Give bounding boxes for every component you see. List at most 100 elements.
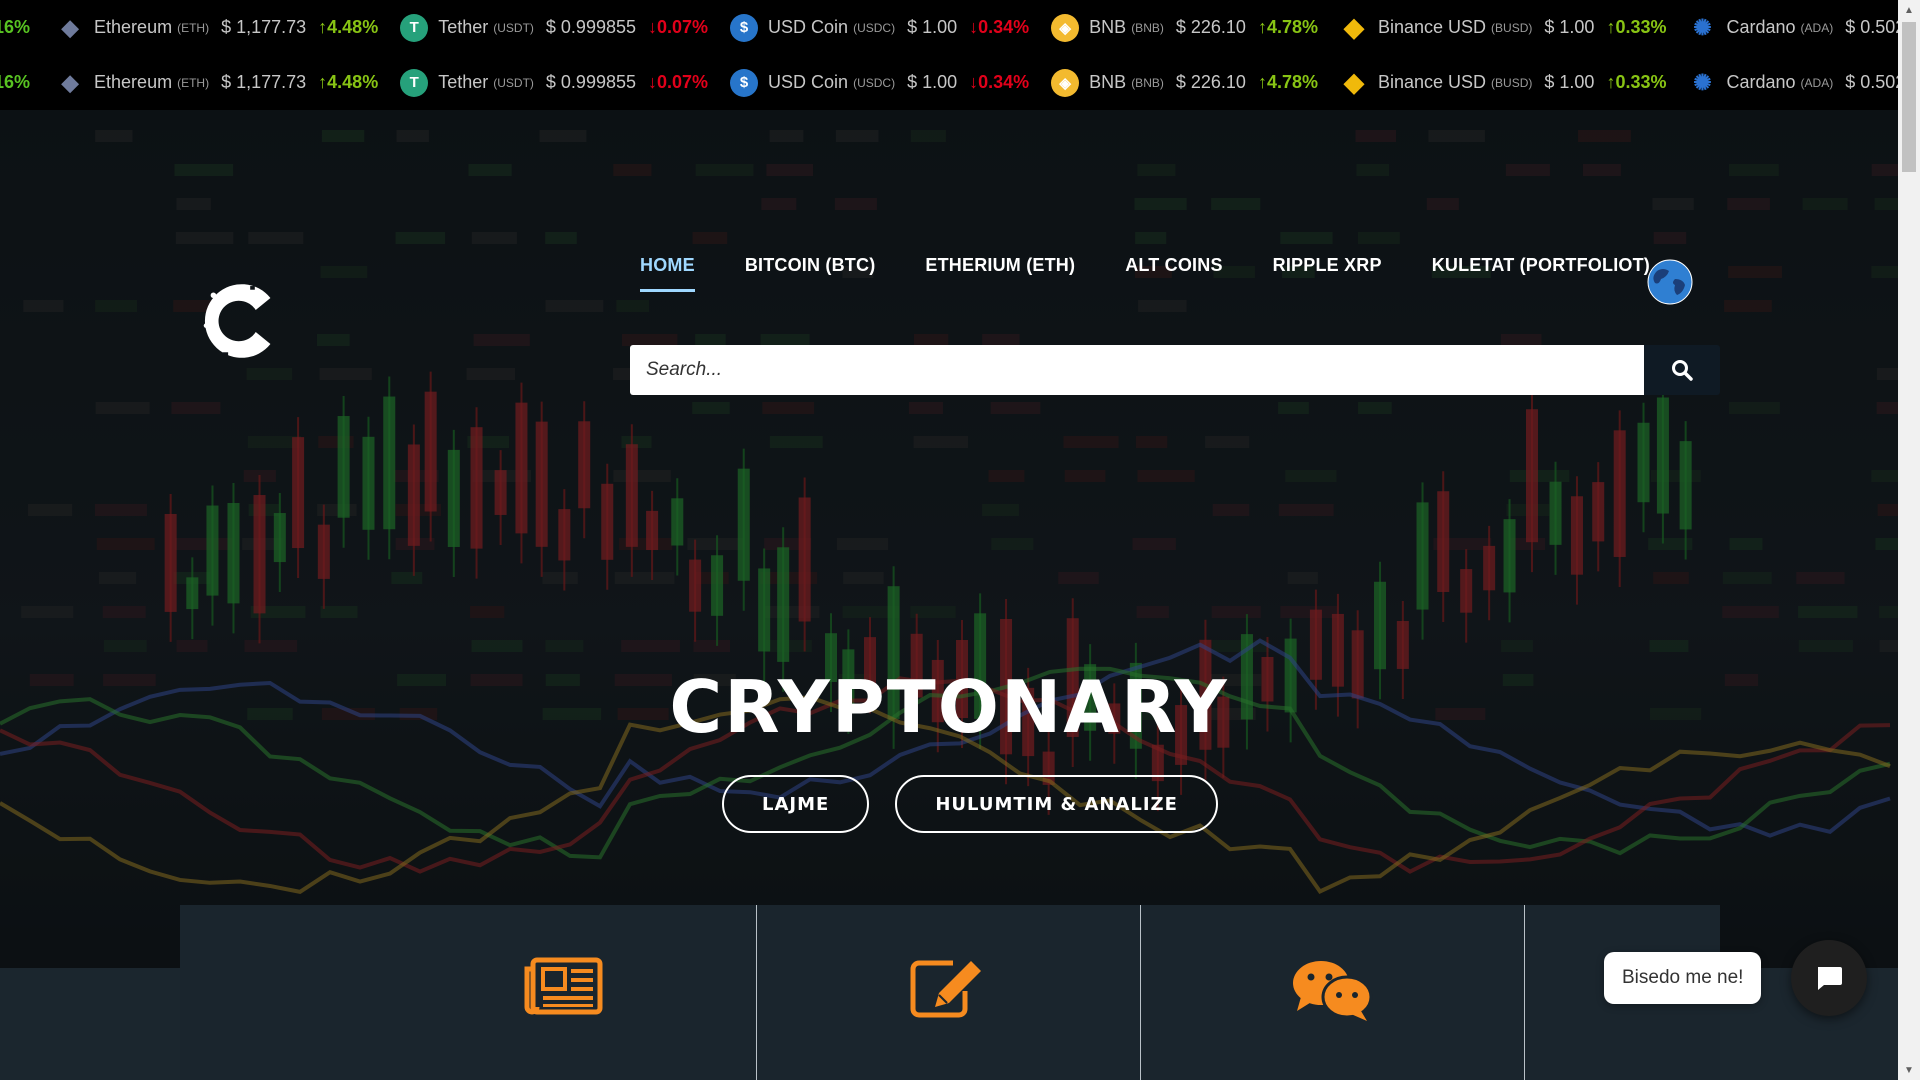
ticker-coin-price: $ 226.10 <box>1175 72 1246 92</box>
ticker-coin-name: USD Coin <box>768 17 849 37</box>
ticker-item[interactable]: $ USD Coin (USDC) $ 1.00 ↓0.34% <box>730 13 1030 42</box>
ticker-item[interactable]: ◈ BNB (BNB) $ 226.10 ↑4.78% <box>1051 68 1318 97</box>
ticker-coin-symbol: (USDC) <box>853 75 896 90</box>
ticker-row: 16% ◆ Ethereum (ETH) $ 1,177.73 ↑4.48% T Tether… <box>0 0 1898 55</box>
main-nav: HOME BITCOIN (BTC) ETHERIUM (ETH) ALT CO… <box>640 255 1650 292</box>
ticker-coin-price: $ 226.10 <box>1175 17 1246 37</box>
nav-bitcoin[interactable]: BITCOIN (BTC) <box>745 255 876 292</box>
bnb-icon: ◈ <box>1051 13 1080 42</box>
ticker-coin-symbol: (USDT) <box>493 75 534 90</box>
tether-icon: T <box>400 13 429 42</box>
ticker-coin-symbol: (BUSD) <box>1491 75 1533 90</box>
ticker-coin-symbol: (BNB) <box>1131 75 1164 90</box>
nav-portfolio[interactable]: KULETAT (PORTFOLIOT) <box>1432 255 1650 292</box>
ticker-coin-change: ↑4.48% <box>318 72 379 92</box>
ticker-coin-price: $ 0.999855 <box>545 72 636 92</box>
ticker-coin-symbol: (USDC) <box>853 20 896 35</box>
ticker-coin-price: $ 0.502798 <box>1845 17 1898 37</box>
price-ticker: 16% ◆ Ethereum (ETH) $ 1,177.73 ↑4.48% T Tether… <box>0 0 1898 110</box>
news-button[interactable]: LAJME <box>722 775 870 833</box>
hero-section: HOME BITCOIN (BTC) ETHERIUM (ETH) ALT CO… <box>0 110 1898 970</box>
ticker-item[interactable]: ◆ Binance USD (BUSD) $ 1.00 ↑0.33% <box>1340 12 1667 42</box>
chat-prompt-bubble[interactable]: Bisedo me ne! <box>1604 952 1762 1004</box>
ticker-coin-change: ↓0.07% <box>648 72 709 92</box>
ethereum-icon: ◆ <box>61 69 79 95</box>
ticker-coin-name: Binance USD <box>1377 72 1487 92</box>
binance-usd-icon: ◆ <box>1343 67 1364 97</box>
ticker-coin-symbol: (ETH) <box>177 20 210 35</box>
ticker-item[interactable]: T Tether (USDT) $ 0.999855 ↓0.07% <box>400 68 709 97</box>
bnb-icon: ◈ <box>1051 68 1080 97</box>
ticker-item[interactable]: ◈ BNB (BNB) $ 226.10 ↑4.78% <box>1051 13 1318 42</box>
newspaper-icon <box>524 957 603 1015</box>
ticker-coin-symbol: (USDT) <box>493 20 534 35</box>
ticker-item[interactable]: T Tether (USDT) $ 0.999855 ↓0.07% <box>400 13 709 42</box>
ticker-coin-change: ↓0.34% <box>969 17 1030 37</box>
scroll-down-arrow-icon[interactable]: ▼ <box>1898 1060 1920 1080</box>
ticker-coin-change: ↓0.34% <box>969 72 1030 92</box>
search-button[interactable] <box>1644 345 1720 395</box>
ticker-coin-name: Ethereum <box>94 72 173 92</box>
feature-news[interactable] <box>180 905 757 1080</box>
scroll-thumb[interactable] <box>1902 22 1916 172</box>
feature-discussion[interactable] <box>1141 905 1525 1080</box>
ticker-coin-symbol: (ADA) <box>1800 75 1834 90</box>
ticker-coin-name: Cardano <box>1726 17 1796 37</box>
search-icon <box>1672 360 1693 381</box>
search-input[interactable] <box>630 345 1644 395</box>
ticker-change: 16% <box>0 72 31 92</box>
search-bar <box>630 345 1720 395</box>
research-analysis-button[interactable]: HULUMTIM & ANALIZE <box>895 775 1218 833</box>
scroll-up-arrow-icon[interactable]: ▲ <box>1898 0 1920 20</box>
ticker-coin-symbol: (ETH) <box>177 75 210 90</box>
ethereum-icon: ◆ <box>61 14 79 40</box>
ticker-item[interactable]: $ USD Coin (USDC) $ 1.00 ↓0.34% <box>730 68 1030 97</box>
ticker-coin-name: BNB <box>1089 72 1127 92</box>
cardano-icon: ✺ <box>1693 69 1712 95</box>
globe-icon[interactable] <box>1647 259 1693 305</box>
ticker-item[interactable]: ✺ Cardano (ADA) $ 0.502798 <box>1688 14 1898 42</box>
ticker-coin-name: Ethereum <box>94 17 173 37</box>
ticker-coin-price: $ 1.00 <box>1544 17 1595 37</box>
feature-research[interactable] <box>757 905 1141 1080</box>
ticker-row: 16% ◆ Ethereum (ETH) $ 1,177.73 ↑4.48% T Tether… <box>0 55 1898 110</box>
ticker-coin-price: $ 0.999855 <box>545 17 636 37</box>
site-logo[interactable] <box>195 275 287 367</box>
chat-launcher-button[interactable] <box>1791 940 1867 1016</box>
page-scrollbar[interactable]: ▲ ▼ <box>1898 0 1920 1080</box>
ticker-item[interactable]: ✺ Cardano (ADA) $ 0.502798 <box>1688 69 1898 97</box>
ticker-coin-change: ↑0.33% <box>1606 17 1667 37</box>
ticker-item[interactable]: ◆ Binance USD (BUSD) $ 1.00 ↑0.33% <box>1340 67 1667 97</box>
nav-alt-coins[interactable]: ALT COINS <box>1125 255 1222 292</box>
ticker-coin-symbol: (BUSD) <box>1491 20 1533 35</box>
ticker-item[interactable]: ◆ Ethereum (ETH) $ 1,177.73 ↑4.48% <box>56 69 379 97</box>
ticker-coin-change: ↑0.33% <box>1606 72 1667 92</box>
edit-icon <box>910 960 981 1018</box>
nav-home[interactable]: HOME <box>640 255 695 292</box>
features-strip <box>180 905 1720 1080</box>
ticker-coin-name: USD Coin <box>768 72 849 92</box>
ticker-coin-name: Tether <box>438 72 489 92</box>
nav-etherium[interactable]: ETHERIUM (ETH) <box>925 255 1075 292</box>
chat-icon <box>1293 961 1373 1021</box>
hero-buttons: LAJME HULUMTIM & ANALIZE <box>722 775 1218 833</box>
ticker-coin-name: Tether <box>438 17 489 37</box>
ticker-coin-price: $ 1,177.73 <box>221 17 307 37</box>
message-icon <box>1818 967 1842 990</box>
ticker-coin-change: ↑4.48% <box>318 17 379 37</box>
ticker-coin-price: $ 1.00 <box>1544 72 1595 92</box>
ticker-coin-change: ↑4.78% <box>1257 17 1318 37</box>
ticker-coin-name: BNB <box>1089 17 1127 37</box>
ticker-item[interactable]: ◆ Ethereum (ETH) $ 1,177.73 ↑4.48% <box>56 14 379 42</box>
tether-icon: T <box>400 68 429 97</box>
ticker-coin-price: $ 1,177.73 <box>221 72 307 92</box>
nav-ripple-xrp[interactable]: RIPPLE XRP <box>1273 255 1382 292</box>
cardano-icon: ✺ <box>1693 14 1712 40</box>
ticker-coin-name: Cardano <box>1726 72 1796 92</box>
usd-coin-icon: $ <box>730 13 759 42</box>
ticker-coin-change: ↑4.78% <box>1257 72 1318 92</box>
ticker-change: 16% <box>0 17 31 37</box>
ticker-coin-symbol: (BNB) <box>1131 20 1164 35</box>
ticker-coin-change: ↓0.07% <box>648 17 709 37</box>
hero-background-chart-image <box>0 110 1898 970</box>
